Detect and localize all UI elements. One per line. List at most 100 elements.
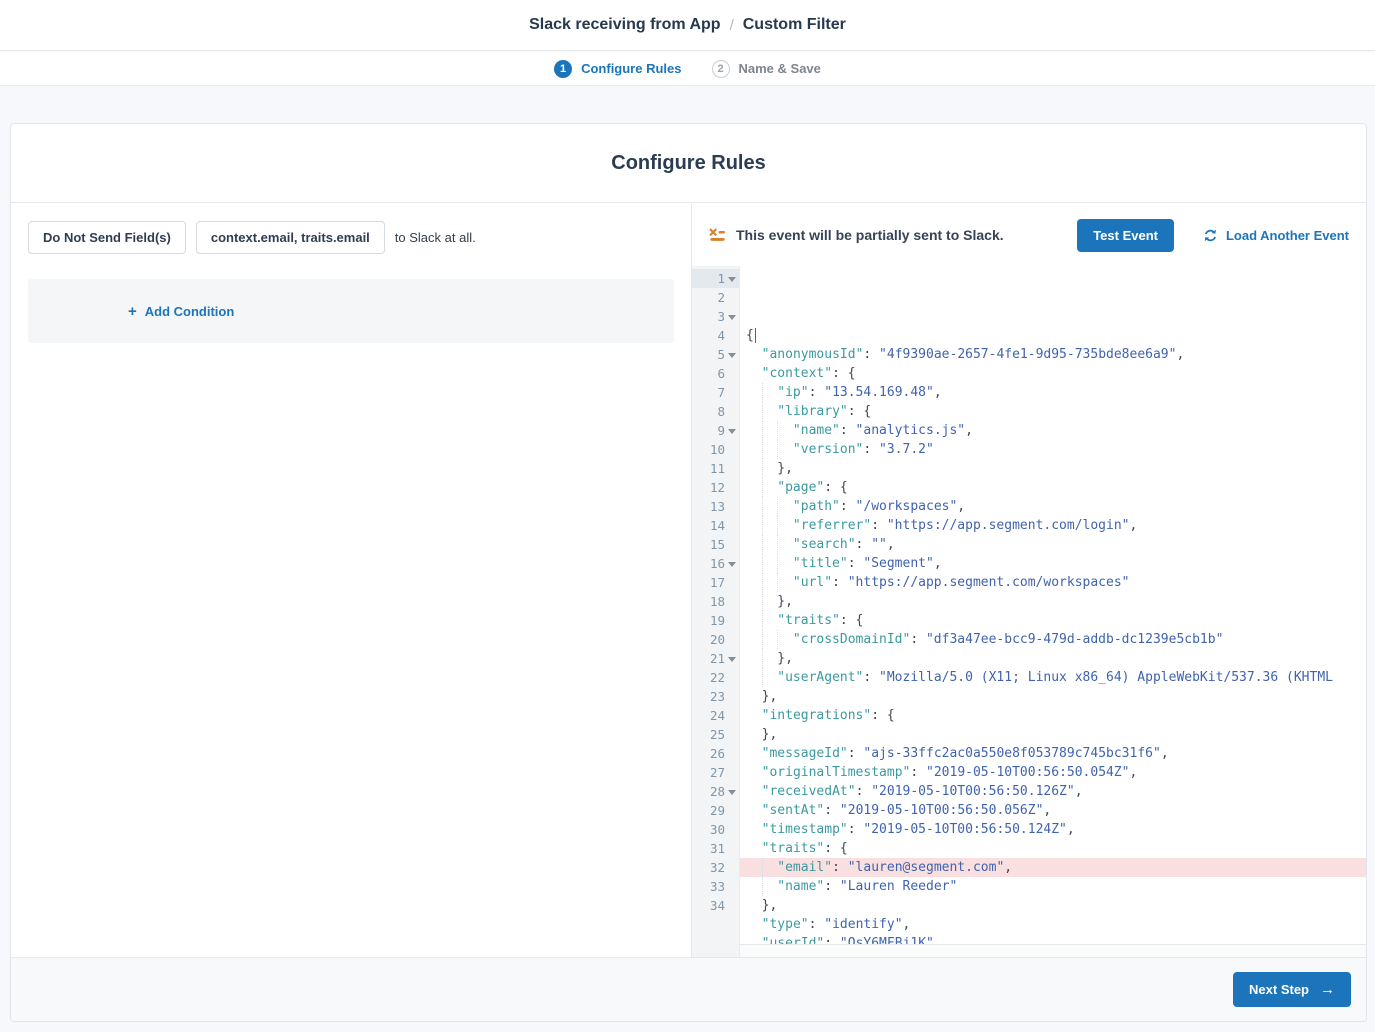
event-toolbar: This event will be partially sent to Sla… bbox=[692, 204, 1366, 266]
text-cursor bbox=[755, 328, 756, 343]
gutter-line-number: 1 bbox=[692, 269, 739, 288]
gutter-line-number: 17 bbox=[692, 573, 739, 592]
fields-value-input[interactable]: context.email, traits.email bbox=[196, 221, 385, 254]
code-line[interactable]: "anonymousId": "4f9390ae-2657-4fe1-9d95-… bbox=[740, 345, 1366, 364]
code-line[interactable]: { bbox=[740, 326, 1366, 345]
add-condition-box: + Add Condition bbox=[28, 279, 674, 343]
code-line[interactable]: "originalTimestamp": "2019-05-10T00:56:5… bbox=[740, 763, 1366, 782]
fold-toggle-icon[interactable] bbox=[728, 315, 736, 320]
gutter-line-number: 13 bbox=[692, 497, 739, 516]
step-2-label: Name & Save bbox=[739, 61, 821, 76]
code-line[interactable]: "url": "https://app.segment.com/workspac… bbox=[740, 573, 1366, 592]
fold-toggle-icon[interactable] bbox=[728, 657, 736, 662]
code-line[interactable]: "messageId": "ajs-33ffc2ac0a550e8f053789… bbox=[740, 744, 1366, 763]
gutter-line-number: 29 bbox=[692, 801, 739, 820]
next-step-button[interactable]: Next Step → bbox=[1233, 972, 1351, 1007]
gutter-line-number: 5 bbox=[692, 345, 739, 364]
gutter-line-number: 21 bbox=[692, 649, 739, 668]
field-action-dropdown[interactable]: Do Not Send Field(s) bbox=[28, 221, 186, 254]
code-line[interactable]: "name": "analytics.js", bbox=[740, 421, 1366, 440]
code-line[interactable]: "type": "identify", bbox=[740, 915, 1366, 934]
code-line[interactable]: "version": "3.7.2" bbox=[740, 440, 1366, 459]
fold-toggle-icon[interactable] bbox=[728, 429, 736, 434]
test-event-button[interactable]: Test Event bbox=[1077, 219, 1174, 252]
gutter-line-number: 9 bbox=[692, 421, 739, 440]
code-line[interactable]: "crossDomainId": "df3a47ee-bcc9-479d-add… bbox=[740, 630, 1366, 649]
breadcrumb-separator: / bbox=[730, 17, 734, 34]
gutter-line-number: 23 bbox=[692, 687, 739, 706]
gutter-line-number: 26 bbox=[692, 744, 739, 763]
code-line[interactable]: }, bbox=[740, 725, 1366, 744]
step-1-circle: 1 bbox=[554, 60, 572, 78]
page-title: Configure Rules bbox=[611, 152, 765, 175]
gutter-line-number: 12 bbox=[692, 478, 739, 497]
gutter-line-number: 27 bbox=[692, 763, 739, 782]
code-line[interactable]: "referrer": "https://app.segment.com/log… bbox=[740, 516, 1366, 535]
code-line-highlighted[interactable]: "email": "lauren@segment.com", bbox=[740, 858, 1366, 877]
breadcrumb-page: Custom Filter bbox=[743, 16, 846, 34]
card-body: Do Not Send Field(s) context.email, trai… bbox=[11, 204, 1366, 957]
fold-toggle-icon[interactable] bbox=[728, 353, 736, 358]
code-line[interactable]: }, bbox=[740, 649, 1366, 668]
code-line[interactable]: "ip": "13.54.169.48", bbox=[740, 383, 1366, 402]
gutter-line-number: 18 bbox=[692, 592, 739, 611]
gutter-line-number: 8 bbox=[692, 402, 739, 421]
code-line[interactable]: "search": "", bbox=[740, 535, 1366, 554]
breadcrumb: Slack receiving from App / Custom Filter bbox=[0, 0, 1375, 51]
event-panel: This event will be partially sent to Sla… bbox=[691, 204, 1366, 957]
gutter-line-number: 14 bbox=[692, 516, 739, 535]
code-line[interactable]: "context": { bbox=[740, 364, 1366, 383]
code-line[interactable]: "receivedAt": "2019-05-10T00:56:50.126Z"… bbox=[740, 782, 1366, 801]
editor-code[interactable]: {"anonymousId": "4f9390ae-2657-4fe1-9d95… bbox=[740, 266, 1366, 957]
step-2-circle: 2 bbox=[712, 60, 730, 78]
configure-rules-card: Configure Rules Do Not Send Field(s) con… bbox=[10, 123, 1367, 1022]
gutter-line-number: 31 bbox=[692, 839, 739, 858]
code-line[interactable]: "timestamp": "2019-05-10T00:56:50.124Z", bbox=[740, 820, 1366, 839]
code-line[interactable]: "title": "Segment", bbox=[740, 554, 1366, 573]
code-line[interactable]: "traits": { bbox=[740, 611, 1366, 630]
gutter-line-number: 25 bbox=[692, 725, 739, 744]
fold-toggle-icon[interactable] bbox=[728, 790, 736, 795]
gutter-line-number: 30 bbox=[692, 820, 739, 839]
refresh-icon bbox=[1203, 228, 1218, 243]
event-status-text: This event will be partially sent to Sla… bbox=[736, 227, 1004, 243]
gutter-line-number: 11 bbox=[692, 459, 739, 478]
gutter-line-number: 22 bbox=[692, 668, 739, 687]
filter-rules-icon bbox=[709, 227, 726, 244]
stepper: 1 Configure Rules 2 Name & Save bbox=[0, 52, 1375, 86]
fold-toggle-icon[interactable] bbox=[728, 562, 736, 567]
code-line[interactable]: }, bbox=[740, 459, 1366, 478]
next-step-label: Next Step bbox=[1249, 982, 1309, 997]
gutter-line-number: 15 bbox=[692, 535, 739, 554]
gutter-line-number: 32 bbox=[692, 858, 739, 877]
code-line[interactable]: "sentAt": "2019-05-10T00:56:50.056Z", bbox=[740, 801, 1366, 820]
gutter-line-number: 34 bbox=[692, 896, 739, 915]
code-line[interactable]: "traits": { bbox=[740, 839, 1366, 858]
gutter-line-number: 2 bbox=[692, 288, 739, 307]
code-line[interactable]: }, bbox=[740, 896, 1366, 915]
code-line[interactable]: "userAgent": "Mozilla/5.0 (X11; Linux x8… bbox=[740, 668, 1366, 687]
code-line[interactable]: "library": { bbox=[740, 402, 1366, 421]
code-line[interactable]: }, bbox=[740, 592, 1366, 611]
card-footer: Next Step → bbox=[11, 957, 1366, 1021]
step-name-save[interactable]: 2 Name & Save bbox=[712, 60, 821, 78]
gutter-line-number: 10 bbox=[692, 440, 739, 459]
code-line[interactable]: "integrations": { bbox=[740, 706, 1366, 725]
fold-toggle-icon[interactable] bbox=[728, 277, 736, 282]
plus-icon: + bbox=[128, 303, 137, 320]
load-another-event-label: Load Another Event bbox=[1226, 228, 1349, 243]
step-configure-rules[interactable]: 1 Configure Rules bbox=[554, 60, 681, 78]
breadcrumb-source: Slack receiving from App bbox=[529, 16, 720, 34]
gutter-line-number: 33 bbox=[692, 877, 739, 896]
json-event-editor[interactable]: 1234567891011121314151617181920212223242… bbox=[692, 266, 1366, 957]
code-line[interactable]: }, bbox=[740, 687, 1366, 706]
code-line[interactable]: "page": { bbox=[740, 478, 1366, 497]
gutter-line-number: 3 bbox=[692, 307, 739, 326]
horizontal-scrollbar[interactable] bbox=[740, 944, 1366, 957]
add-condition-button[interactable]: + Add Condition bbox=[128, 303, 234, 320]
code-line[interactable]: "path": "/workspaces", bbox=[740, 497, 1366, 516]
arrow-right-icon: → bbox=[1320, 982, 1335, 997]
load-another-event-button[interactable]: Load Another Event bbox=[1203, 228, 1349, 243]
code-line[interactable]: "name": "Lauren Reeder" bbox=[740, 877, 1366, 896]
gutter-line-number: 20 bbox=[692, 630, 739, 649]
